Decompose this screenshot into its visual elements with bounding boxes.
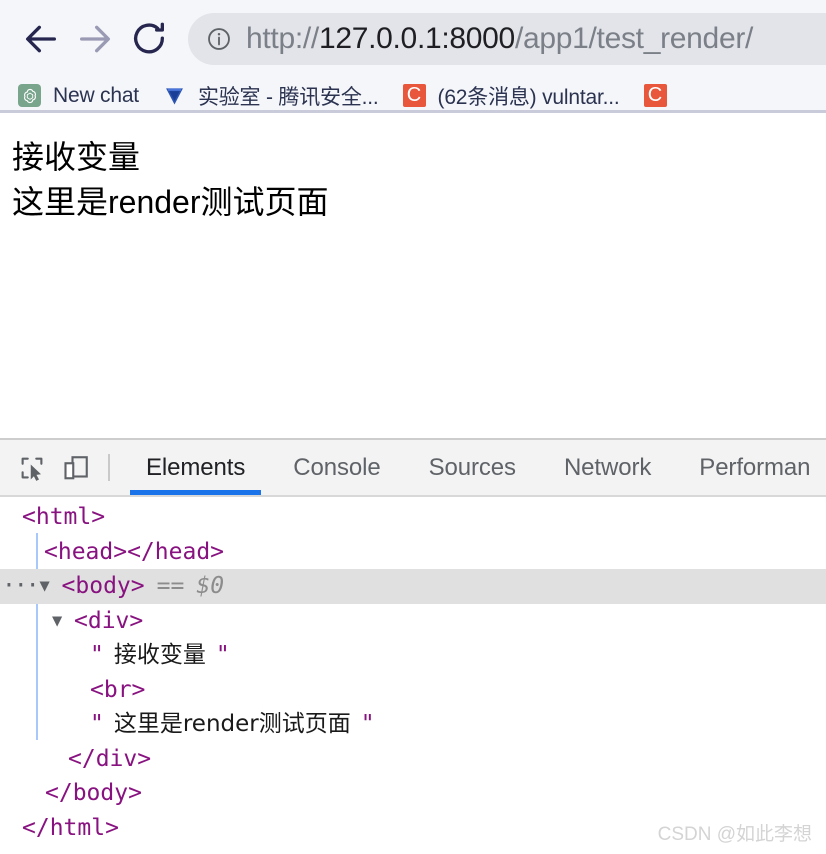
browser-chrome: http://127.0.0.1:8000/app1/test_render/ … [0,0,826,113]
dom-tag-label: </div> [68,745,152,772]
dom-tag-label: <html> [22,504,106,530]
bookmark-label: 实验室 - 腾讯安全... [197,85,379,109]
dom-tag-label: <br> [90,676,146,703]
page-text-line-1: 接收变量 [12,139,141,175]
toolbar-divider [108,454,110,481]
dom-text-value: 这里是render测试页面 [113,711,351,737]
tab-elements[interactable]: Elements [122,440,269,495]
forward-button[interactable] [68,12,122,66]
device-toolbar-button[interactable] [54,440,98,495]
dom-overflow-badge[interactable]: ··· [2,569,40,604]
arrow-right-icon [80,25,111,53]
devtools-toolbar: Elements Console Sources Network Perform… [0,440,826,497]
site-info-icon[interactable] [206,26,232,52]
address-bar[interactable]: http://127.0.0.1:8000/app1/test_render/ [188,13,826,65]
dom-tag-label: <body> [61,573,145,599]
bookmark-label: New chat [53,83,139,107]
tab-performance[interactable]: Performan [675,440,826,495]
url-scheme: http:// [246,22,319,55]
inspect-cursor-icon [21,457,43,481]
dom-tag-label: </html> [22,814,119,841]
dom-node-div[interactable]: ▼ <div> [0,604,826,639]
dom-tag-label: <head></head> [44,538,225,565]
dom-node-body[interactable]: ··· ▼ <body> == $0 [0,569,826,604]
devtools-panel: Elements Console Sources Network Perform… [0,438,826,852]
dom-node-head[interactable]: <head></head> [0,535,826,570]
device-toggle-icon [64,455,88,479]
browser-toolbar: http://127.0.0.1:8000/app1/test_render/ [0,0,826,78]
dom-eq-marker: == [156,573,185,599]
bookmark-tencent-lab[interactable]: 实验室 - 腾讯安全... [159,81,390,111]
dom-tree[interactable]: <html> <head></head> ··· ▼ <body> == $0 … [0,497,826,850]
chevron-down-icon[interactable]: ▼ [40,569,58,604]
quote-mark: " [360,711,375,737]
url-host: 127.0.0.1:8000 [318,22,515,55]
quote-mark: " [215,642,230,668]
dom-node-br[interactable]: <br> [0,673,826,708]
dom-text-value: 接收变量 [113,642,206,668]
bookmark-csdn-overflow[interactable]: C [640,81,690,111]
url-path: /app1/test_render/ [514,22,754,55]
dom-text-node[interactable]: " 这里是render测试页面 " [0,707,826,742]
inspect-element-button[interactable] [10,440,54,495]
reload-icon [134,22,165,54]
tencent-security-icon [163,84,186,107]
bookmark-new-chat[interactable]: New chat [14,81,150,111]
chevron-down-icon[interactable]: ▼ [52,604,70,639]
quote-mark: " [90,711,104,737]
url-text: http://127.0.0.1:8000/app1/test_render/ [246,24,753,54]
dom-tag-label: <div> [74,607,144,634]
tab-network[interactable]: Network [540,440,675,495]
quote-mark: " [90,642,104,668]
watermark: CSDN @如此李想 [657,824,812,845]
dom-text-node[interactable]: " 接收变量 " [0,638,826,673]
page-viewport: 接收变量 这里是render测试页面 [0,113,826,438]
csdn-icon: C [643,84,667,107]
csdn-icon: C [402,84,426,107]
dom-node-body-close[interactable]: </body> [0,776,826,811]
tab-sources[interactable]: Sources [405,440,540,495]
devtools-tab-list: Elements Console Sources Network Perform… [122,440,826,495]
page-content-div: 接收变量 这里是render测试页面 [12,135,826,226]
dom-console-ref: $0 [196,573,225,599]
tab-console[interactable]: Console [269,440,404,495]
dom-node-html[interactable]: <html> [0,500,826,535]
arrow-left-icon [26,25,56,53]
bookmark-label: (62条消息) vulntar... [437,85,620,109]
back-button[interactable] [14,12,68,66]
dom-node-div-close[interactable]: </div> [0,742,826,777]
chatgpt-icon [18,84,41,107]
reload-button[interactable] [122,12,176,66]
bookmark-csdn-message[interactable]: C (62条消息) vulntar... [399,81,631,111]
bookmarks-bar: New chat 实验室 - 腾讯安全... C (62条消息) vulntar… [0,78,826,113]
dom-tag-label: </body> [45,780,142,806]
page-text-line-2: 这里是render测试页面 [12,184,329,221]
